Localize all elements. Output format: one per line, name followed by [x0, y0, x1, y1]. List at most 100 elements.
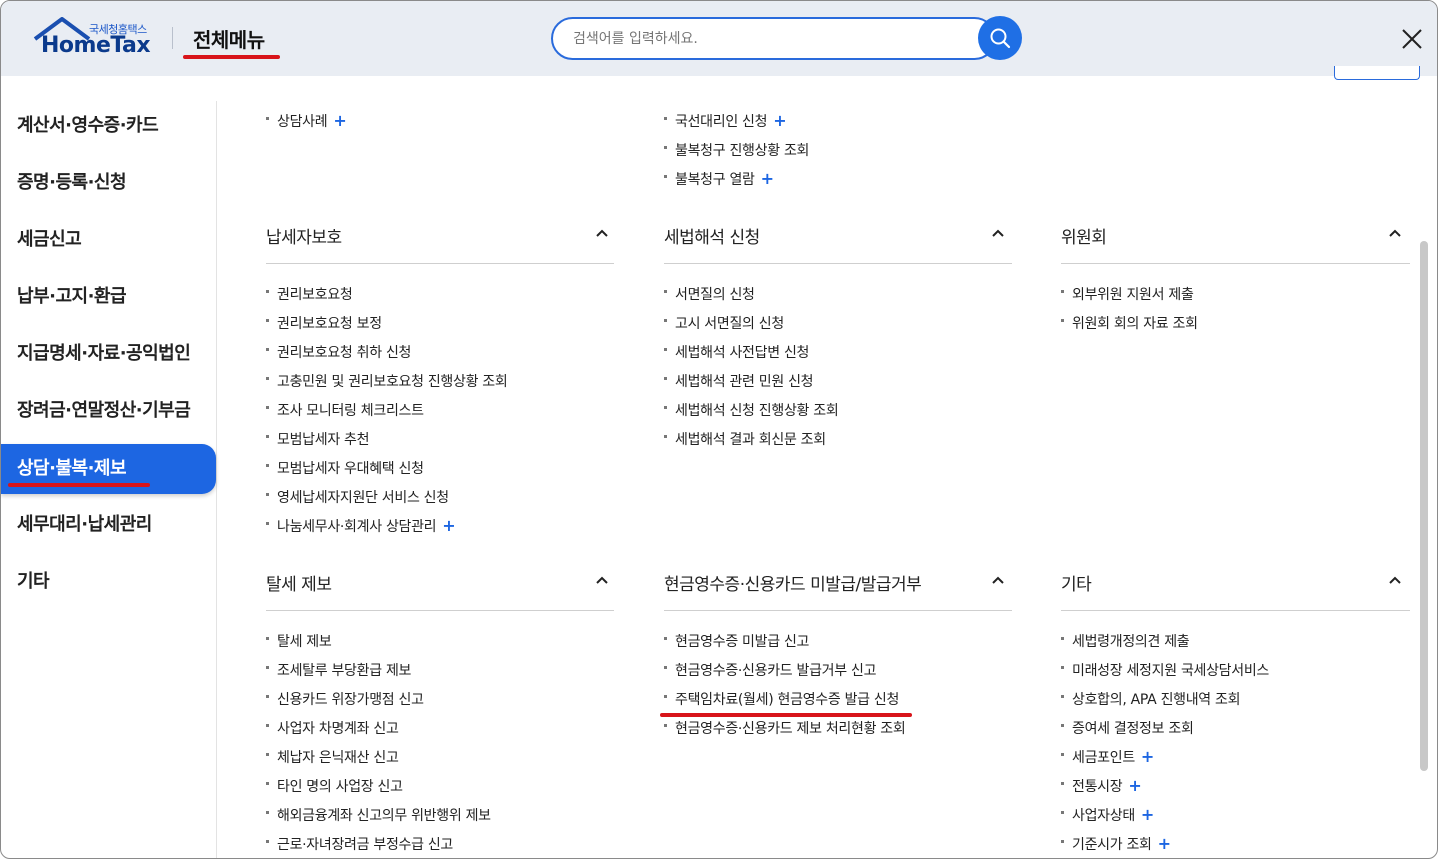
menu-link[interactable]: 불복청구 열람 +: [664, 169, 774, 189]
menu-link[interactable]: 전통시장 +: [1061, 776, 1142, 796]
bullet: [1061, 289, 1064, 293]
search-button[interactable]: [978, 16, 1022, 60]
plus-icon[interactable]: +: [1158, 834, 1171, 853]
sidebar-item-label: 계산서·영수증·카드: [17, 115, 159, 136]
menu-link[interactable]: 기준시가 조회 +: [1061, 834, 1171, 854]
header-divider: [172, 27, 173, 49]
hometax-logo[interactable]: 국세청홈택스 HomeTax: [31, 17, 156, 61]
menu-link[interactable]: 타인 명의 사업장 신고: [266, 776, 403, 796]
menu-link[interactable]: 영세납세자지원단 서비스 신청: [266, 487, 449, 507]
menu-link-label: 조세탈루 부당환급 제보: [277, 663, 412, 679]
sidebar-item-receipts[interactable]: 계산서·영수증·카드: [1, 101, 216, 151]
sidebar-item-label: 기타: [17, 571, 50, 592]
sidebar-item-statements[interactable]: 지급명세·자료·공익법인: [1, 329, 216, 379]
section-title[interactable]: 세법해석 신청: [664, 223, 760, 248]
plus-icon[interactable]: +: [1128, 776, 1141, 795]
menu-link[interactable]: 세법해석 결과 회신문 조회: [664, 429, 826, 449]
menu-link[interactable]: 권리보호요청 취하 신청: [266, 342, 411, 362]
section-title[interactable]: 기타: [1061, 570, 1092, 595]
menu-link[interactable]: 나눔세무사·회계사 상담관리 +: [266, 516, 456, 536]
sidebar-item-tax-filing[interactable]: 세금신고: [1, 215, 216, 265]
menu-link[interactable]: 세법해석 신청 진행상황 조회: [664, 400, 839, 420]
plus-icon[interactable]: +: [1141, 747, 1154, 766]
chevron-up-icon[interactable]: [990, 572, 1006, 588]
menu-link[interactable]: 상담사례 +: [266, 111, 347, 131]
close-button[interactable]: [1399, 26, 1425, 52]
menu-link[interactable]: 증여세 결정정보 조회: [1061, 718, 1194, 738]
bullet: [1061, 665, 1064, 669]
plus-icon[interactable]: +: [761, 169, 774, 188]
bullet: [664, 376, 667, 380]
bullet: [664, 405, 667, 409]
bullet: [664, 347, 667, 351]
section-title[interactable]: 납세자보호: [266, 223, 342, 248]
menu-link-label: 신용카드 위장가맹점 신고: [277, 692, 424, 708]
menu-link[interactable]: 근로·자녀장려금 부정수급 신고: [266, 834, 453, 854]
bullet: [266, 376, 269, 380]
menu-link[interactable]: 고시 서면질의 신청: [664, 313, 784, 333]
bullet: [664, 318, 667, 322]
menu-link[interactable]: 권리보호요청 보정: [266, 313, 382, 333]
scrollbar[interactable]: [1420, 241, 1428, 771]
menu-link[interactable]: 탈세 제보: [266, 631, 332, 651]
menu-link[interactable]: 모범납세자 우대혜택 신청: [266, 458, 424, 478]
menu-link[interactable]: 위원회 회의 자료 조회: [1061, 313, 1198, 333]
menu-link[interactable]: 고충민원 및 권리보호요청 진행상황 조회: [266, 371, 508, 391]
search-input[interactable]: [551, 17, 996, 60]
partial-button[interactable]: [1334, 66, 1420, 80]
menu-link[interactable]: 사업자상태 +: [1061, 805, 1154, 825]
menu-link-label: 고시 서면질의 신청: [675, 316, 784, 332]
menu-link-label: 전통시장: [1072, 779, 1123, 795]
bullet: [266, 318, 269, 322]
menu-link[interactable]: 세금포인트 +: [1061, 747, 1154, 767]
menu-link[interactable]: 사업자 차명계좌 신고: [266, 718, 399, 738]
menu-link[interactable]: 현금영수증 미발급 신고: [664, 631, 809, 651]
menu-link[interactable]: 상호합의, APA 진행내역 조회: [1061, 689, 1241, 709]
menu-link[interactable]: 서면질의 신청: [664, 284, 755, 304]
section-divider: [664, 263, 1012, 264]
plus-icon[interactable]: +: [1141, 805, 1154, 824]
chevron-up-icon[interactable]: [594, 225, 610, 241]
menu-link[interactable]: 미래성장 세정지원 국세상담서비스: [1061, 660, 1269, 680]
bullet: [266, 463, 269, 467]
menu-link[interactable]: 현금영수증·신용카드 제보 처리현황 조회: [664, 718, 906, 738]
bullet: [1061, 781, 1064, 785]
plus-icon[interactable]: +: [442, 516, 455, 535]
menu-link[interactable]: 현금영수증·신용카드 발급거부 신고: [664, 660, 876, 680]
menu-link[interactable]: 모범납세자 추천: [266, 429, 370, 449]
plus-icon[interactable]: +: [773, 111, 786, 130]
menu-link-label: 세법해석 사전답변 신청: [675, 345, 810, 361]
sidebar-item-certificates[interactable]: 증명·등록·신청: [1, 158, 216, 208]
plus-icon[interactable]: +: [333, 111, 346, 130]
menu-link-label: 세법령개정의견 제출: [1072, 634, 1190, 650]
menu-link[interactable]: 국선대리인 신청 +: [664, 111, 787, 131]
menu-link[interactable]: 외부위원 지원서 제출: [1061, 284, 1194, 304]
sidebar-item-etc[interactable]: 기타: [1, 557, 216, 607]
sidebar-item-incentives[interactable]: 장려금·연말정산·기부금: [1, 386, 216, 436]
menu-link[interactable]: 세법령개정의견 제출: [1061, 631, 1190, 651]
menu-link[interactable]: 세법해석 사전답변 신청: [664, 342, 809, 362]
sidebar-item-tax-agent[interactable]: 세무대리·납세관리: [1, 500, 216, 550]
menu-link-label: 불복청구 열람: [675, 172, 755, 188]
menu-link[interactable]: 주택임차료(월세) 현금영수증 발급 신청: [664, 689, 899, 709]
menu-link[interactable]: 권리보호요청: [266, 284, 353, 304]
section-title[interactable]: 현금영수증·신용카드 미발급/발급거부: [664, 570, 922, 595]
menu-link[interactable]: 조사 모니터링 체크리스트: [266, 400, 424, 420]
menu-link[interactable]: 해외금융계좌 신고의무 위반행위 제보: [266, 805, 491, 825]
bullet: [1061, 723, 1064, 727]
section-title[interactable]: 위원회: [1061, 223, 1107, 248]
chevron-up-icon[interactable]: [1387, 572, 1403, 588]
menu-link[interactable]: 불복청구 진행상황 조회: [664, 140, 809, 160]
bullet: [664, 174, 667, 178]
menu-link[interactable]: 신용카드 위장가맹점 신고: [266, 689, 424, 709]
section-title[interactable]: 탈세 제보: [266, 570, 332, 595]
sidebar-item-payment[interactable]: 납부·고지·환급: [1, 272, 216, 322]
chevron-up-icon[interactable]: [1387, 225, 1403, 241]
menu-link[interactable]: 체납자 은닉재산 신고: [266, 747, 399, 767]
section-divider: [266, 610, 614, 611]
chevron-up-icon[interactable]: [990, 225, 1006, 241]
menu-link[interactable]: 조세탈루 부당환급 제보: [266, 660, 411, 680]
chevron-up-icon[interactable]: [594, 572, 610, 588]
page-title: 전체메뉴: [193, 28, 265, 52]
menu-link[interactable]: 세법해석 관련 민원 신청: [664, 371, 814, 391]
